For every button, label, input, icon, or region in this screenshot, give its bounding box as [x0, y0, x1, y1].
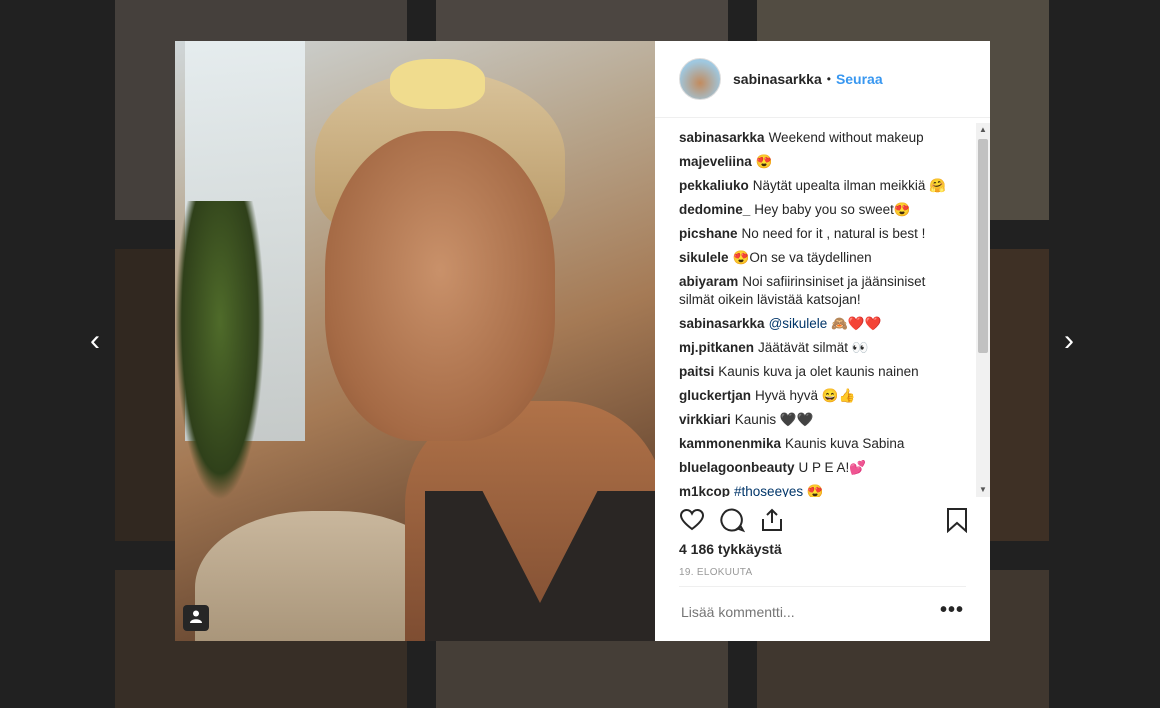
comment-text: 😍On se va täydellinen	[732, 250, 872, 265]
add-comment-input[interactable]	[679, 603, 933, 621]
comment-username[interactable]: kammonenmika	[679, 436, 781, 451]
comment-text: Kaunis kuva ja olet kaunis nainen	[718, 364, 919, 379]
comment-text: 😍	[806, 484, 824, 497]
likes-count[interactable]: 4 186 tykkäystä	[679, 541, 782, 557]
comment-username[interactable]: dedomine_	[679, 202, 750, 217]
comment-row: dedomine_ Hey baby you so sweet😍	[679, 201, 951, 219]
comment-username[interactable]: sabinasarkka	[679, 316, 765, 331]
comment-row: virkkiari Kaunis 🖤🖤	[679, 411, 951, 429]
comment-text: Jäätävät silmät 👀	[758, 340, 869, 355]
post-sidebar: sabinasarkka • Seuraa sabinasarkka Weeken…	[655, 41, 990, 641]
comment-row: picshane No need for it , natural is best…	[679, 225, 951, 243]
comment-username[interactable]: bluelagoonbeauty	[679, 460, 795, 475]
comment-username[interactable]: picshane	[679, 226, 738, 241]
comment-text: Näytät upealta ilman meikkiä 🤗	[752, 178, 946, 193]
post-header: sabinasarkka • Seuraa	[655, 41, 990, 118]
comment-row: m1kcop #thoseeyes 😍	[679, 483, 951, 497]
separator-dot: •	[826, 72, 831, 86]
post-photo[interactable]	[175, 41, 655, 641]
comment-row: bluelagoonbeauty U P E A!💕	[679, 459, 951, 477]
comment-text: No need for it , natural is best !	[741, 226, 926, 241]
comment-row: kammonenmika Kaunis kuva Sabina	[679, 435, 951, 453]
comments-list[interactable]: sabinasarkka Weekend without makeup majeve…	[679, 123, 951, 497]
comment-text: U P E A!💕	[798, 460, 867, 475]
comment-username[interactable]: virkkiari	[679, 412, 731, 427]
comment-text: Weekend without makeup	[768, 130, 924, 145]
comment-icon[interactable]	[719, 507, 746, 533]
comment-mention[interactable]: #thoseeyes	[734, 484, 803, 497]
scroll-down-arrow-icon[interactable]: ▼	[976, 483, 990, 497]
comment-username[interactable]: majeveliina	[679, 154, 752, 169]
heart-icon[interactable]	[679, 507, 705, 533]
comment-mention[interactable]: @sikulele	[769, 316, 828, 331]
comment-text: 😍	[755, 154, 773, 169]
comment-text: Kaunis kuva Sabina	[785, 436, 905, 451]
post-modal: sabinasarkka • Seuraa sabinasarkka Weeken…	[175, 41, 990, 641]
comment-username[interactable]: paitsi	[679, 364, 714, 379]
comment-username[interactable]: mj.pitkanen	[679, 340, 754, 355]
comment-text: Hyvä hyvä 😄👍	[755, 388, 856, 403]
chevron-right-icon[interactable]: ›	[1054, 326, 1084, 356]
scroll-thumb[interactable]	[978, 139, 988, 353]
comment-row: sabinasarkka Weekend without makeup	[679, 129, 951, 147]
bookmark-icon[interactable]	[945, 507, 971, 534]
comment-username[interactable]: abiyaram	[679, 274, 738, 289]
post-date[interactable]: 19. ELOKUUTA	[679, 567, 752, 578]
comment-text: Hey baby you so sweet😍	[754, 202, 911, 217]
comment-row: paitsi Kaunis kuva ja olet kaunis nainen	[679, 363, 951, 381]
comment-username[interactable]: sikulele	[679, 250, 729, 265]
comment-row: pekkaliuko Näytät upealta ilman meikkiä 🤗	[679, 177, 951, 195]
comment-username[interactable]: gluckertjan	[679, 388, 751, 403]
comment-text: Kaunis 🖤🖤	[734, 412, 814, 427]
comment-row: gluckertjan Hyvä hyvä 😄👍	[679, 387, 951, 405]
comment-username[interactable]: pekkaliuko	[679, 178, 749, 193]
post-username[interactable]: sabinasarkka	[733, 71, 822, 87]
user-tag-icon[interactable]	[183, 605, 209, 631]
comment-row: sabinasarkka @sikulele 🙈❤️❤️	[679, 315, 951, 333]
comment-text: 🙈❤️❤️	[831, 316, 882, 331]
avatar[interactable]	[679, 58, 721, 100]
comment-row: sikulele 😍On se va täydellinen	[679, 249, 951, 267]
post-actions	[679, 507, 967, 537]
chevron-left-icon[interactable]: ‹	[80, 326, 110, 356]
comment-username[interactable]: m1kcop	[679, 484, 730, 497]
add-comment-section: •••	[679, 586, 966, 642]
comment-row: mj.pitkanen Jäätävät silmät 👀	[679, 339, 951, 357]
more-options-icon[interactable]: •••	[940, 599, 964, 622]
comment-username[interactable]: sabinasarkka	[679, 130, 765, 145]
follow-button[interactable]: Seuraa	[836, 71, 883, 87]
comment-row: abiyaram Noi safiirinsiniset ja jäänsinis…	[679, 273, 951, 309]
share-icon[interactable]	[759, 507, 785, 533]
scroll-up-arrow-icon[interactable]: ▲	[976, 123, 990, 137]
comment-row: majeveliina 😍	[679, 153, 951, 171]
comments-scrollbar[interactable]: ▲ ▼	[976, 123, 990, 497]
